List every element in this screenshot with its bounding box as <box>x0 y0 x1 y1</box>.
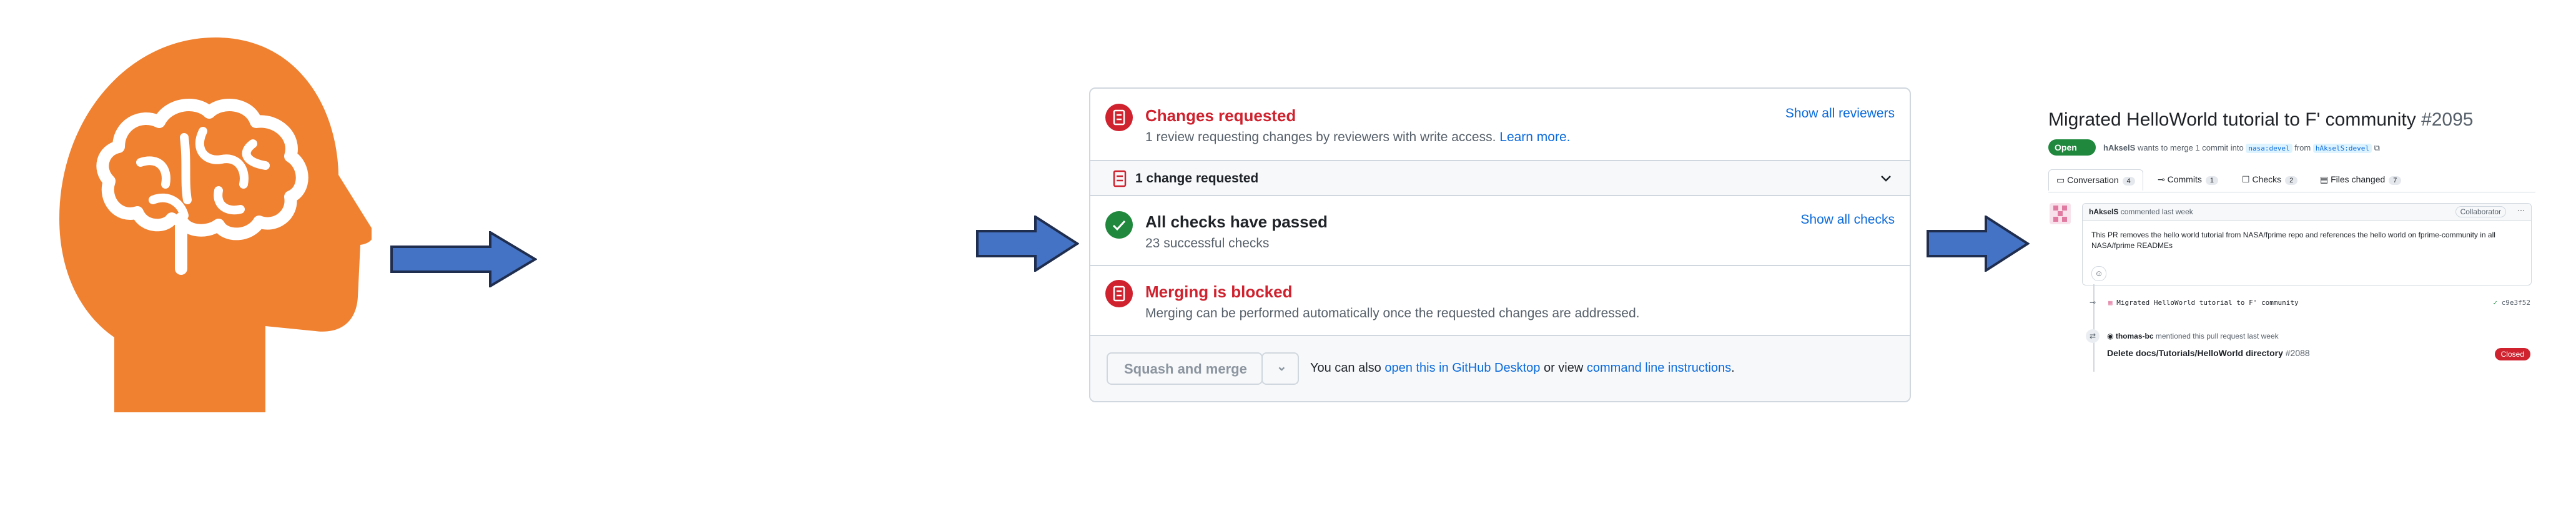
mention-text: mentioned this pull request last week <box>2155 332 2279 340</box>
comment-author[interactable]: hAkselS <box>2089 207 2118 216</box>
linked-pr[interactable]: Delete docs/Tutorials/HelloWorld directo… <box>2107 348 2310 358</box>
footer-prefix: You can also <box>1310 361 1381 375</box>
change-count-label: 1 change requested <box>1135 171 1259 186</box>
merge-footer: Squash and merge ⌄ You can also open thi… <box>1090 336 1910 401</box>
file-diff-icon <box>1113 170 1127 187</box>
caret-down-icon: ⌄ <box>1276 360 1287 374</box>
pr-meta-text: wants to merge 1 commit into <box>2137 143 2244 152</box>
comment-time: commented last week <box>2120 207 2193 216</box>
comment-author-line: hAkselS commented last week <box>2089 207 2193 216</box>
closed-badge: Closed <box>2494 348 2530 360</box>
pr-number: #2095 <box>2421 109 2474 130</box>
mention-actor[interactable]: thomas-bc <box>2116 332 2154 340</box>
changes-requested-section: Changes requested 1 review requesting ch… <box>1090 89 1910 160</box>
changes-requested-subtitle: 1 review requesting changes by reviewers… <box>1145 130 1571 145</box>
tab-count: 1 <box>2205 176 2218 185</box>
changes-requested-title: Changes requested <box>1145 106 1296 125</box>
mention-line: ◉ thomas-bc mentioned this pull request … <box>2107 332 2279 340</box>
merging-blocked-section: Merging is blocked Merging can be perfor… <box>1090 266 1910 336</box>
pr-tabs: ▭ Conversation 4 ⊸ Commits 1 ☐ Checks 2 ▤ F… <box>2048 168 2535 192</box>
merging-blocked-title: Merging is blocked <box>1145 282 1293 301</box>
pr-meta: hAkselS wants to merge 1 commit into nas… <box>2103 143 2380 153</box>
check-icon <box>1105 211 1133 239</box>
tab-count: 2 <box>2285 176 2298 185</box>
pr-state-label: Open <box>2055 142 2077 152</box>
show-all-checks-link[interactable]: Show all checks <box>1800 212 1895 227</box>
pr-title: Migrated HelloWorld tutorial to F' commu… <box>2048 109 2474 131</box>
merge-method-dropdown[interactable]: ⌄ <box>1261 352 1299 385</box>
squash-and-merge-button[interactable]: Squash and merge <box>1107 352 1263 385</box>
arrow-right-icon <box>390 231 537 287</box>
kebab-menu-icon[interactable]: ··· <box>2517 206 2525 214</box>
tab-files-changed[interactable]: ▤ Files changed 7 <box>2320 174 2402 185</box>
tab-label: Files changed <box>2331 174 2386 184</box>
command-line-link[interactable]: command line instructions <box>1587 361 1731 375</box>
avatar: ▦ <box>2108 299 2113 307</box>
smiley-icon: ☺ <box>2095 269 2103 278</box>
comment-body: This PR removes the hello world tutorial… <box>2091 231 2495 250</box>
commit-sha[interactable]: ✓ c9e3f52 <box>2493 299 2530 307</box>
learn-more-link[interactable]: Learn more. <box>1499 130 1570 144</box>
merge-status-panel: Changes requested 1 review requesting ch… <box>1089 87 1911 402</box>
brain-head-icon <box>59 37 372 412</box>
show-all-reviewers-link[interactable]: Show all reviewers <box>1785 106 1895 121</box>
footer-suffix: . <box>1731 361 1735 375</box>
chevron-down-icon[interactable] <box>1880 172 1892 185</box>
avatar[interactable] <box>2050 203 2071 224</box>
arrow-right-icon <box>976 216 1079 272</box>
tab-label: Commits <box>2167 174 2202 184</box>
commit-row[interactable]: ▦ Migrated HelloWorld tutorial to F' com… <box>2108 299 2299 307</box>
tab-count: 7 <box>2389 176 2402 185</box>
linked-pr-number: #2088 <box>2285 348 2310 358</box>
pull-request-view: Migrated HelloWorld tutorial to F' commu… <box>2048 109 2535 372</box>
copy-icon[interactable]: ⧉ <box>2374 143 2380 152</box>
pr-state-badge: Open <box>2048 139 2096 156</box>
commit-sha-text: c9e3f52 <box>2501 299 2530 307</box>
file-diff-icon: ▤ <box>2320 174 2329 184</box>
comment-box: hAkselS commented last week Collaborator… <box>2082 203 2532 285</box>
tab-count: 4 <box>2122 177 2135 186</box>
change-requested-row[interactable]: 1 change requested <box>1090 160 1910 196</box>
base-branch[interactable]: nasa:devel <box>2246 144 2292 153</box>
tab-checks[interactable]: ☐ Checks 2 <box>2242 174 2298 185</box>
collaborator-badge: Collaborator <box>2455 206 2506 217</box>
alternative-merge-text: You can also open this in GitHub Desktop… <box>1310 361 1735 375</box>
checks-title: All checks have passed <box>1145 212 1328 231</box>
file-diff-icon <box>1105 104 1133 131</box>
tab-label: Checks <box>2252 174 2282 184</box>
commit-icon: ⊸ <box>2158 174 2165 184</box>
pr-author[interactable]: hAkselS <box>2103 143 2135 152</box>
checks-subtitle: 23 successful checks <box>1145 236 1270 251</box>
timeline-line <box>2093 284 2095 372</box>
merging-blocked-subtitle: Merging can be performed automatically o… <box>1145 306 1640 320</box>
avatar[interactable]: ◉ <box>2107 332 2113 340</box>
checklist-icon: ☐ <box>2242 174 2250 184</box>
commit-node-icon: ⊸ <box>2090 298 2096 307</box>
cross-reference-icon: ⇄ <box>2086 329 2100 343</box>
comment-icon: ▭ <box>2056 175 2065 185</box>
comment-header: hAkselS commented last week Collaborator… <box>2083 204 2531 221</box>
check-icon: ✓ <box>2493 299 2498 307</box>
tab-commits[interactable]: ⊸ Commits 1 <box>2158 174 2218 185</box>
changes-requested-text: 1 review requesting changes by reviewers… <box>1145 130 1496 144</box>
commit-message[interactable]: Migrated HelloWorld tutorial to F' commu… <box>2116 299 2298 307</box>
add-reaction-button[interactable]: ☺ <box>2091 266 2106 281</box>
file-diff-icon <box>1105 280 1133 307</box>
head-branch[interactable]: hAkselS:devel <box>2312 144 2372 153</box>
pr-title-text: Migrated HelloWorld tutorial to F' commu… <box>2048 109 2416 130</box>
linked-pr-title[interactable]: Delete docs/Tutorials/HelloWorld directo… <box>2107 348 2283 358</box>
footer-middle: or view <box>1543 361 1584 375</box>
closed-badge-label: Closed <box>2500 350 2524 359</box>
checks-section: All checks have passed 23 successful che… <box>1090 196 1910 266</box>
pr-meta-from: from <box>2294 143 2311 152</box>
tab-label: Conversation <box>2067 175 2119 185</box>
tab-conversation[interactable]: ▭ Conversation 4 <box>2048 169 2143 191</box>
arrow-right-icon <box>1927 216 2030 272</box>
squash-and-merge-label: Squash and merge <box>1124 361 1247 377</box>
github-desktop-link[interactable]: open this in GitHub Desktop <box>1384 361 1540 375</box>
